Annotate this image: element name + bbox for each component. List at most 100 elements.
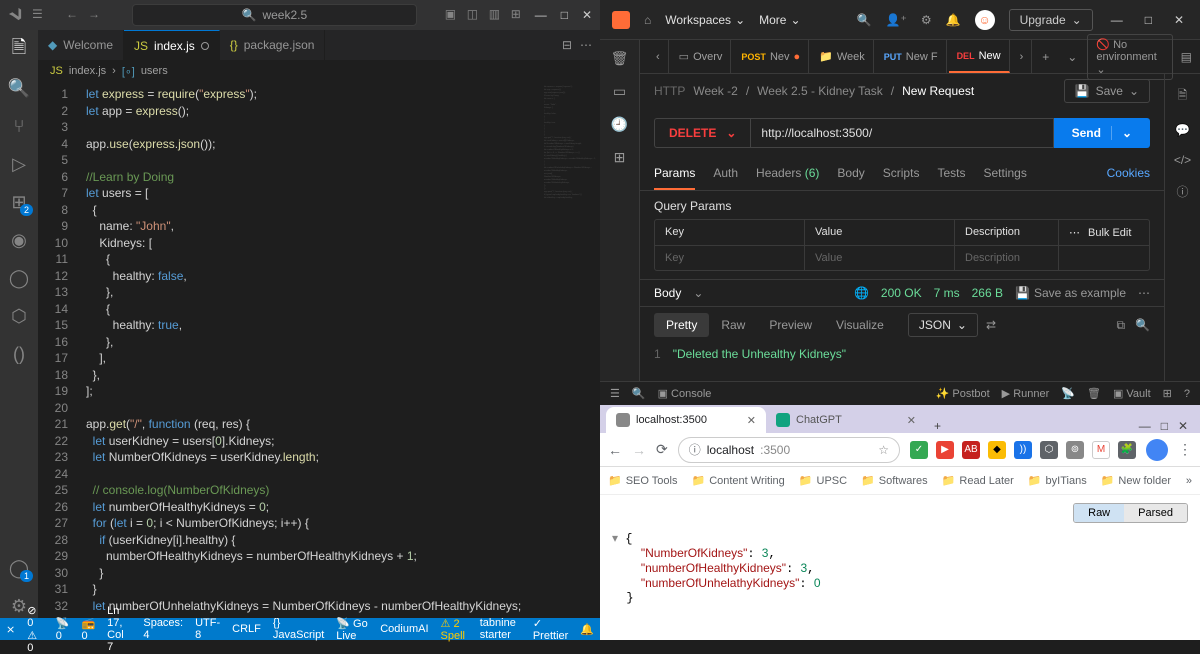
close-icon[interactable]: ✕	[1170, 13, 1188, 27]
tab-headers[interactable]: Headers (6)	[756, 158, 819, 190]
collections-icon[interactable]: 🗑	[611, 50, 629, 67]
toggle-parsed[interactable]: Parsed	[1124, 504, 1187, 522]
tab-tests[interactable]: Tests	[937, 158, 965, 190]
breadcrumb[interactable]: JS index.js › [∘] users	[38, 60, 600, 82]
desc-input[interactable]: Description	[955, 246, 1059, 270]
ext-icon[interactable]: ◆	[988, 441, 1006, 459]
search-icon[interactable]: 🔍	[7, 76, 31, 100]
ports-status[interactable]: 📡 0	[56, 617, 70, 642]
maximize-icon[interactable]: □	[561, 8, 568, 22]
ext-icon[interactable]: ⬡	[1040, 441, 1058, 459]
layout-icon[interactable]: ⊞	[511, 7, 527, 23]
hex-icon[interactable]: ⬡	[7, 304, 31, 328]
code-icon[interactable]: </>	[1174, 153, 1191, 167]
view-preview[interactable]: Preview	[757, 313, 824, 337]
save-button[interactable]: 💾 Save ⌄	[1064, 79, 1150, 103]
layout-icon[interactable]: ◫	[467, 7, 483, 23]
nav-forward-icon[interactable]: →	[632, 442, 646, 458]
bookmark-item[interactable]: 📁UPSC	[799, 474, 847, 487]
layout-icon[interactable]: ▥	[489, 7, 505, 23]
ext-icon[interactable]: M	[1092, 441, 1110, 459]
browser-tab-localhost[interactable]: localhost:3500 ✕	[606, 407, 766, 433]
sidebar-toggle-icon[interactable]: ☰	[610, 387, 620, 400]
upgrade-button[interactable]: Upgrade ⌄	[1009, 9, 1093, 31]
reload-icon[interactable]: ⟳	[656, 441, 668, 458]
copy-icon[interactable]: ⧉	[1116, 318, 1125, 333]
save-example[interactable]: 💾 Save as example	[1015, 286, 1126, 300]
resp-body-tab[interactable]: Body	[654, 286, 681, 300]
tab-nav-back[interactable]: ‹	[648, 40, 669, 73]
paren-icon[interactable]: ()	[7, 342, 31, 366]
workspaces-menu[interactable]: Workspaces ⌄	[665, 13, 745, 27]
spaces-status[interactable]: Spaces: 4	[143, 617, 183, 641]
omnibox[interactable]: ⓘ localhost:3500 ☆	[678, 437, 900, 463]
find-icon[interactable]: 🔍	[632, 387, 646, 400]
bookmark-item[interactable]: 📁byITians	[1028, 474, 1087, 487]
minimap[interactable]: let express = require("express");let app…	[540, 82, 600, 618]
new-tab-icon[interactable]: +	[1034, 50, 1057, 64]
lang-status[interactable]: {} JavaScript	[273, 617, 324, 641]
avatar-icon[interactable]: ☺	[975, 10, 995, 30]
page-content[interactable]: Raw Parsed ▾ { "NumberOfKidneys": 3, "nu…	[600, 495, 1200, 640]
tab-post[interactable]: POST Nev●	[733, 40, 809, 73]
close-icon[interactable]: ✕	[582, 8, 592, 22]
home-icon[interactable]: ⌂	[644, 13, 651, 27]
tab-params[interactable]: Params	[654, 158, 695, 190]
info-icon[interactable]: ⓘ	[1176, 183, 1188, 200]
view-raw[interactable]: Raw	[709, 313, 757, 337]
debug-icon[interactable]: ▷	[7, 152, 31, 176]
nav-back-icon[interactable]: ←	[66, 7, 82, 23]
radio-status[interactable]: 📻 0	[81, 617, 95, 642]
codium-status[interactable]: CodiumAI	[380, 623, 428, 635]
ext-icon[interactable]: ⊞2	[7, 190, 31, 214]
tab-more-icon[interactable]: ⌄	[1059, 50, 1085, 64]
code-lines[interactable]: let express = require("express");let app…	[78, 82, 540, 618]
tab-body[interactable]: Body	[837, 158, 864, 190]
nav-forward-icon[interactable]: →	[88, 7, 104, 23]
cookies-link[interactable]: Cookies	[1107, 158, 1150, 190]
env-icon[interactable]: ▭	[613, 83, 626, 100]
minimize-icon[interactable]: —	[1107, 13, 1127, 27]
code-editor[interactable]: 1234567891011121314151617181920212223242…	[38, 82, 600, 618]
tab-auth[interactable]: Auth	[713, 158, 738, 190]
toggle-raw[interactable]: Raw	[1074, 504, 1124, 522]
prettier-status[interactable]: ✓ Prettier	[533, 617, 568, 642]
chevron-down-icon[interactable]: ⌄	[1111, 126, 1132, 140]
invite-icon[interactable]: 👤⁺	[886, 13, 907, 27]
tab-overview[interactable]: ▭ Overv	[671, 40, 732, 73]
github-icon[interactable]: ◯	[7, 266, 31, 290]
ext-icon[interactable]: ✓	[910, 441, 928, 459]
maximize-icon[interactable]: □	[1141, 13, 1156, 27]
compare-icon[interactable]: ⊟	[562, 38, 572, 52]
settings-icon[interactable]: ⚙	[7, 594, 31, 618]
ext-puzzle-icon[interactable]: 🧩	[1118, 441, 1136, 459]
runner-button[interactable]: ▶ Runner	[1002, 387, 1050, 400]
bookmark-item[interactable]: 📁SEO Tools	[608, 474, 677, 487]
tabnine-status[interactable]: tabnine starter	[480, 617, 521, 641]
help-icon[interactable]: ?	[1184, 388, 1190, 400]
docs-icon[interactable]: 🗎	[1178, 86, 1188, 107]
close-icon[interactable]: ✕	[747, 414, 756, 427]
new-tab-icon[interactable]: +	[926, 419, 949, 433]
bell-icon[interactable]: 🔔	[946, 13, 961, 27]
send-button[interactable]: Send⌄	[1054, 118, 1150, 148]
ext-icon[interactable]: ▶	[936, 441, 954, 459]
env-quick-icon[interactable]: ▤	[1181, 50, 1192, 64]
minimize-icon[interactable]: —	[535, 8, 547, 22]
remote-status[interactable]: ⨯	[6, 623, 15, 636]
response-body[interactable]: 1 "Deleted the Unhealthy Kidneys"	[640, 343, 1164, 365]
explorer-icon[interactable]: 🗎	[7, 38, 31, 62]
menu-icon[interactable]: ⋮	[1178, 441, 1192, 458]
layout-icon[interactable]: ▣	[445, 7, 461, 23]
url-input[interactable]: http://localhost:3500/	[750, 118, 1053, 148]
view-visualize[interactable]: Visualize	[824, 313, 896, 337]
tab-settings[interactable]: Settings	[983, 158, 1026, 190]
remote-icon[interactable]: ◉	[7, 228, 31, 252]
bookmark-item[interactable]: 📁Softwares	[861, 474, 928, 487]
profile-avatar[interactable]	[1146, 439, 1168, 461]
view-pretty[interactable]: Pretty	[654, 313, 709, 337]
command-search[interactable]: 🔍 week2.5	[132, 4, 417, 26]
more-icon[interactable]: ⋯	[580, 38, 592, 52]
account-icon[interactable]: ◯1	[7, 556, 31, 580]
more-icon[interactable]: ⋯	[1138, 286, 1150, 300]
